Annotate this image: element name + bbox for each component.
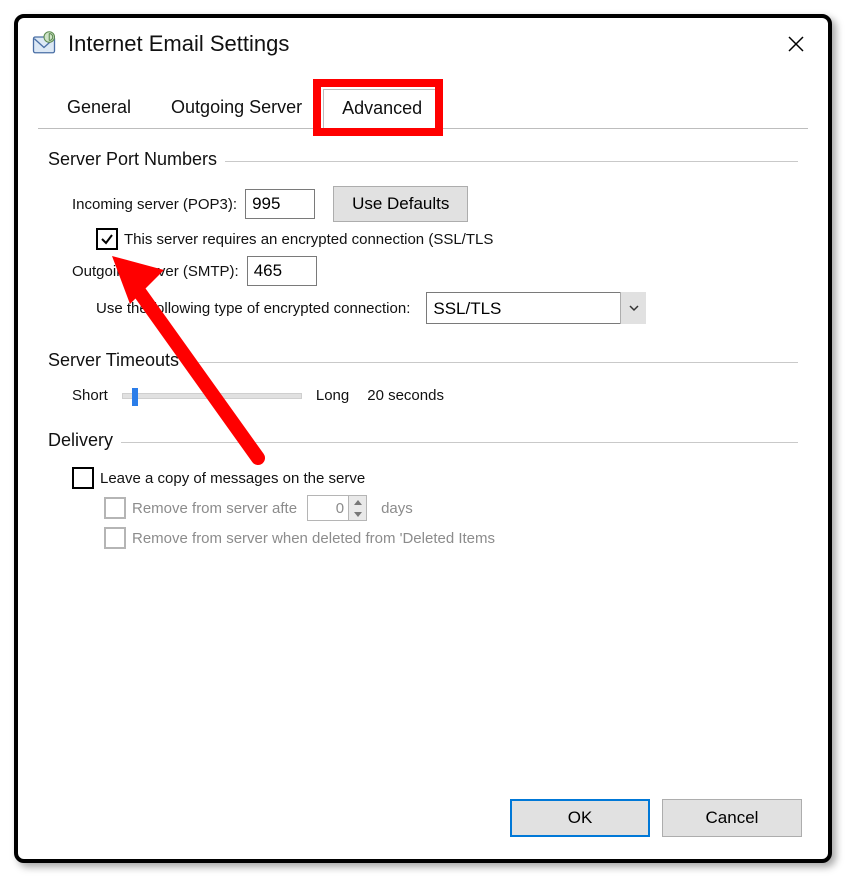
group-server-port-numbers: Server Port Numbers Incoming server (POP… [48, 149, 798, 334]
encryption-type-label: Use the following type of encrypted conn… [96, 300, 410, 317]
spinner-up-icon [349, 496, 366, 508]
tab-general[interactable]: General [48, 88, 150, 129]
timeout-short-label: Short [72, 387, 108, 404]
incoming-server-label: Incoming server (POP3): [72, 196, 237, 213]
ssl-checkbox[interactable] [96, 228, 118, 250]
check-icon [100, 232, 114, 246]
ok-button[interactable]: OK [510, 799, 650, 837]
outgoing-server-label: Outgoing server (SMTP): [72, 263, 239, 280]
window-title: Internet Email Settings [68, 31, 774, 57]
slider-thumb[interactable] [132, 388, 138, 406]
remove-deleted-checkbox [104, 527, 126, 549]
cancel-button[interactable]: Cancel [662, 799, 802, 837]
tabstrip: General Outgoing Server Advanced [38, 88, 808, 129]
tab-outgoing-server[interactable]: Outgoing Server [152, 88, 321, 129]
remove-after-days-unit: days [381, 500, 413, 517]
timeout-value: 20 seconds [367, 387, 444, 404]
group-server-timeouts: Server Timeouts Short Long 20 seconds [48, 350, 798, 414]
app-icon [30, 30, 58, 58]
group-label: Server Timeouts [48, 350, 187, 371]
group-delivery: Delivery Leave a copy of messages on the… [48, 430, 798, 559]
remove-after-days-input [308, 496, 348, 520]
use-defaults-button[interactable]: Use Defaults [333, 186, 468, 222]
incoming-port-input[interactable] [245, 189, 315, 219]
leave-copy-checkbox[interactable] [72, 467, 94, 489]
encryption-type-select-wrap: SSL/TLS [426, 292, 646, 324]
timeout-long-label: Long [316, 387, 349, 404]
close-button[interactable] [774, 22, 818, 66]
encryption-type-select[interactable]: SSL/TLS [426, 292, 646, 324]
outgoing-port-input[interactable] [247, 256, 317, 286]
timeout-slider[interactable] [122, 393, 302, 399]
close-icon [787, 35, 805, 53]
tabpanel-advanced: Server Port Numbers Incoming server (POP… [38, 128, 808, 585]
dialog-window: Internet Email Settings General Outgoing… [14, 14, 832, 863]
group-label: Delivery [48, 430, 121, 451]
remove-after-label: Remove from server afte [132, 500, 297, 517]
ssl-checkbox-label: This server requires an encrypted connec… [124, 231, 493, 248]
spinner-down-icon [349, 508, 366, 520]
remove-deleted-label: Remove from server when deleted from 'De… [132, 530, 495, 547]
tab-advanced[interactable]: Advanced [323, 89, 441, 130]
titlebar: Internet Email Settings [18, 18, 828, 66]
remove-after-days-spinner [307, 495, 367, 521]
group-label: Server Port Numbers [48, 149, 225, 170]
client-area: General Outgoing Server Advanced Server … [38, 88, 808, 789]
remove-after-checkbox [104, 497, 126, 519]
dialog-actionbar: OK Cancel [510, 799, 802, 837]
leave-copy-label: Leave a copy of messages on the serve [100, 470, 365, 487]
